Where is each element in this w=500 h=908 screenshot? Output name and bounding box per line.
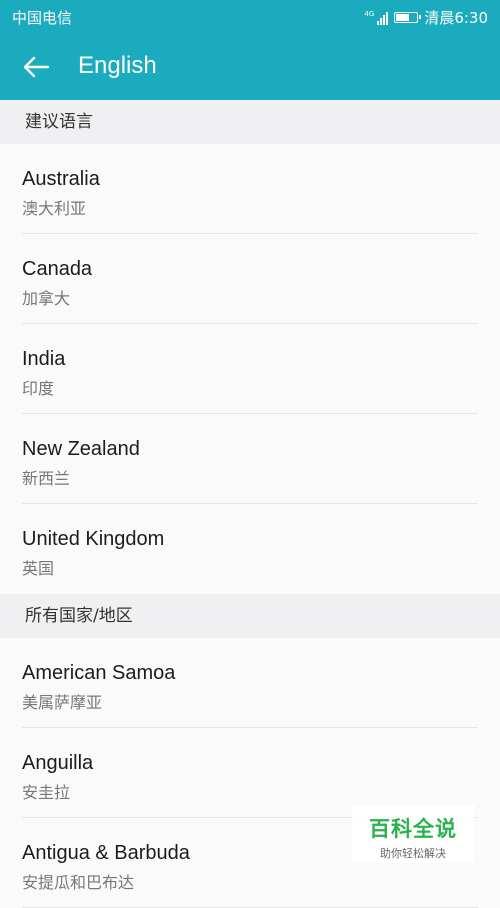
section-header-suggested: 建议语言 <box>0 100 500 144</box>
item-english-name: New Zealand <box>22 438 140 460</box>
item-chinese-name: 印度 <box>22 379 55 398</box>
watermark-title: 百科全说 <box>369 817 457 841</box>
item-chinese-name: 英国 <box>22 559 55 578</box>
signal-icon: 4G <box>364 9 389 25</box>
item-english-name: India <box>22 348 66 370</box>
item-english-name: Australia <box>22 168 100 190</box>
item-english-name: Antigua & Barbuda <box>22 842 190 864</box>
list-item-india[interactable]: India 印度 <box>0 324 500 414</box>
item-chinese-name: 加拿大 <box>22 289 71 308</box>
status-bar: 中国电信 4G 清晨6:30 <box>0 0 500 34</box>
item-chinese-name: 新西兰 <box>22 469 71 488</box>
list-item-canada[interactable]: Canada 加拿大 <box>0 234 500 324</box>
item-chinese-name: 安圭拉 <box>22 783 71 802</box>
arrow-left-icon[interactable] <box>18 51 54 83</box>
item-english-name: American Samoa <box>22 662 176 684</box>
battery-icon <box>394 12 422 23</box>
all-regions-list: American Samoa 美属萨摩亚 Anguilla 安圭拉 Antigu… <box>0 638 500 908</box>
section-header-all-regions: 所有国家/地区 <box>0 594 500 638</box>
list-item-new-zealand[interactable]: New Zealand 新西兰 <box>0 414 500 504</box>
item-chinese-name: 美属萨摩亚 <box>22 693 103 712</box>
list-item-united-kingdom[interactable]: United Kingdom 英国 <box>0 504 500 594</box>
item-chinese-name: 安提瓜和巴布达 <box>22 873 135 892</box>
list-item-american-samoa[interactable]: American Samoa 美属萨摩亚 <box>0 638 500 728</box>
carrier-label: 中国电信 <box>12 9 73 27</box>
watermark-logo: 百科全说 助你轻松解决 <box>352 805 474 863</box>
country-list: 建议语言 Australia 澳大利亚 Canada 加拿大 India 印度 … <box>0 100 500 908</box>
suggested-list: Australia 澳大利亚 Canada 加拿大 India 印度 New Z… <box>0 144 500 594</box>
watermark-subtitle: 助你轻松解决 <box>380 847 446 860</box>
status-icons: 4G 清晨6:30 <box>364 7 488 28</box>
clock: 清晨6:30 <box>424 9 488 27</box>
network-type-label: 4G <box>364 9 375 18</box>
app-bar: English <box>0 34 500 100</box>
item-english-name: Canada <box>22 258 93 280</box>
list-item-australia[interactable]: Australia 澳大利亚 <box>0 144 500 234</box>
page-title: English <box>78 52 157 79</box>
item-english-name: Anguilla <box>22 752 94 774</box>
item-english-name: United Kingdom <box>22 528 165 550</box>
item-chinese-name: 澳大利亚 <box>22 199 87 218</box>
